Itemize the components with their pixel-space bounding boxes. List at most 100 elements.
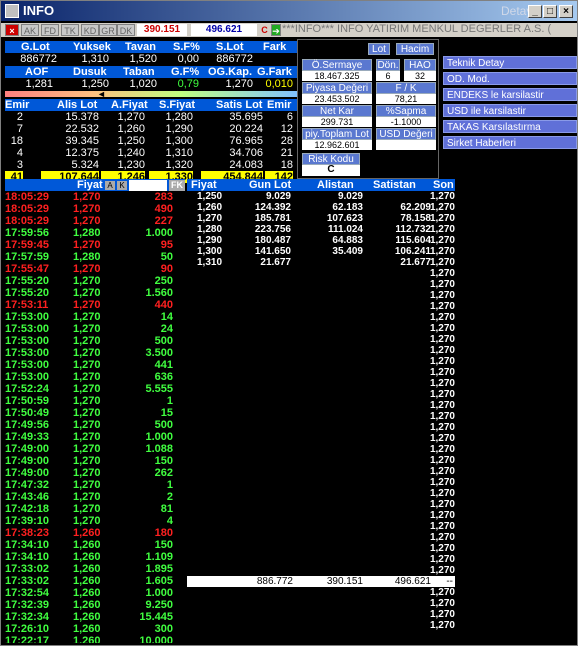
trade-price: 1,270 xyxy=(73,431,101,443)
tab-tk[interactable]: TK xyxy=(61,24,79,36)
alistan-total: 390.151 xyxy=(137,24,187,36)
k-button[interactable]: K xyxy=(117,181,127,190)
book-row: 1,270 xyxy=(187,411,457,422)
tab-kd[interactable]: KD xyxy=(81,24,99,36)
book-row: 1,270 xyxy=(187,532,457,543)
trade-time: 17:57:59 xyxy=(5,251,50,263)
aof-value: 1,281 xyxy=(25,78,53,90)
trade-price: 1,260 xyxy=(73,623,101,635)
depth-cell: 76.965 xyxy=(229,135,263,147)
fark-label: Fark xyxy=(263,41,287,53)
trade-row: 17:26:10 1,260 300 xyxy=(5,623,185,635)
yuksek-value: 1,310 xyxy=(81,53,109,65)
book-cell: 1,270 xyxy=(429,202,455,213)
arrow-right-icon[interactable]: ➔ xyxy=(271,24,281,36)
od-mod-button[interactable]: OD. Mod. xyxy=(443,72,577,85)
depth-cell: 1,250 xyxy=(117,135,145,147)
book-cell: 1,270 xyxy=(429,543,455,554)
filter-input[interactable] xyxy=(129,180,167,191)
book-row: 1,270 xyxy=(187,312,457,323)
title-bar[interactable]: INFO Detay _ □ × xyxy=(1,1,577,21)
trade-row: 18:05:29 1,270 490 xyxy=(5,203,185,215)
trade-price: 1,260 xyxy=(73,539,101,551)
book-row: 1,310 21.677 21.677 1,270 xyxy=(187,257,457,268)
trade-lot: 150 xyxy=(154,539,173,551)
trade-time: 17:55:20 xyxy=(5,287,50,299)
book-cell: 1,270 xyxy=(429,312,455,323)
book-cell: 1,300 xyxy=(197,246,223,257)
depth-cell: 20.224 xyxy=(229,123,263,135)
close-icon[interactable]: × xyxy=(5,24,19,36)
trade-price: 1,270 xyxy=(73,359,101,371)
depth-cell: 7 xyxy=(16,123,23,135)
book-row: 1,270 xyxy=(187,444,457,455)
book-cell: 1,270 xyxy=(429,510,455,521)
fiyat-label: Fiyat xyxy=(77,179,103,191)
trade-lot: 500 xyxy=(154,335,173,347)
c-button[interactable]: C xyxy=(259,24,270,36)
fk-value: 78,21 xyxy=(376,94,436,104)
trade-price: 1,270 xyxy=(73,479,101,491)
trade-price: 1,270 xyxy=(73,467,101,479)
trade-price: 1,270 xyxy=(73,503,101,515)
book-cell: 1,270 xyxy=(197,213,223,224)
gf-label: G.F% xyxy=(171,66,200,78)
book-row: 1,270 xyxy=(187,587,457,598)
trade-row: 17:32:34 1,260 15.445 xyxy=(5,611,185,623)
trade-price: 1,270 xyxy=(73,287,101,299)
book-cell: 1,270 xyxy=(429,356,455,367)
depth-cell: 1,270 xyxy=(117,111,145,123)
trade-row: 17:53:00 1,270 500 xyxy=(5,335,185,347)
teknik-detay-button[interactable]: Teknik Detay xyxy=(443,56,577,69)
trade-row: 17:38:23 1,260 180 xyxy=(5,527,185,539)
minimize-button[interactable]: _ xyxy=(528,5,542,18)
book-cell: 141.650 xyxy=(254,246,291,257)
trade-time: 17:50:59 xyxy=(5,395,50,407)
tab-dk[interactable]: DK xyxy=(117,24,135,36)
satistan-total: 496.621 xyxy=(191,24,257,36)
book-row: 1,270 xyxy=(187,345,457,356)
trade-price: 1,260 xyxy=(73,611,101,623)
trade-time: 18:05:29 xyxy=(5,215,50,227)
trade-price: 1,270 xyxy=(73,299,101,311)
a-button[interactable]: A xyxy=(105,181,115,190)
trade-lot: 180 xyxy=(154,527,173,539)
trade-price: 1,270 xyxy=(73,203,101,215)
book-row: 1,270 xyxy=(187,367,457,378)
piyasa-value: 23.453.502 xyxy=(302,94,372,104)
book-cell: 1,270 xyxy=(429,367,455,378)
trade-row: 17:59:56 1,280 1.000 xyxy=(5,227,185,239)
book-cell: 1,270 xyxy=(429,224,455,235)
depth-cell: 4 xyxy=(16,147,23,159)
tab-ak[interactable]: AK xyxy=(21,24,39,36)
lot-button[interactable]: Lot xyxy=(368,43,390,55)
trade-row: 18:05:29 1,270 283 xyxy=(5,191,185,203)
trade-lot: 14 xyxy=(160,311,173,323)
endeks-compare-button[interactable]: ENDEKS le karsilastir xyxy=(443,88,577,101)
usd-compare-button[interactable]: USD ile karsilastir xyxy=(443,104,577,117)
depth-cell: 12 xyxy=(280,123,293,135)
trade-lot: 1.000 xyxy=(145,587,173,599)
hacim-button[interactable]: Hacim xyxy=(396,43,434,55)
close-button[interactable]: × xyxy=(559,5,573,18)
usd-button[interactable]: USD Değeri xyxy=(376,128,436,140)
trade-price: 1,270 xyxy=(73,383,101,395)
trade-price: 1,270 xyxy=(73,311,101,323)
company-news-button[interactable]: Sirket Haberleri xyxy=(443,136,577,149)
fk-button[interactable]: FK xyxy=(169,180,185,191)
book-row: 1,270 xyxy=(187,301,457,312)
gf-value: 0,79 xyxy=(177,78,199,90)
osermaye-value: 18.467.325 xyxy=(302,71,372,81)
maximize-button[interactable]: □ xyxy=(543,5,557,18)
sf-value: 0,00 xyxy=(177,53,199,65)
tab-gr[interactable]: GR xyxy=(99,24,117,36)
takas-compare-button[interactable]: TAKAS Karsılastırma xyxy=(443,120,577,133)
book-fiyat-label: Fiyat xyxy=(191,179,217,191)
trade-time: 17:53:00 xyxy=(5,335,50,347)
trade-price: 1,270 xyxy=(73,455,101,467)
trade-lot: 3.500 xyxy=(145,347,173,359)
hao-value: 32 xyxy=(404,71,436,81)
trade-row: 17:57:59 1,280 50 xyxy=(5,251,185,263)
depth-cell: 24.083 xyxy=(229,159,263,171)
tab-fd[interactable]: FD xyxy=(41,24,59,36)
